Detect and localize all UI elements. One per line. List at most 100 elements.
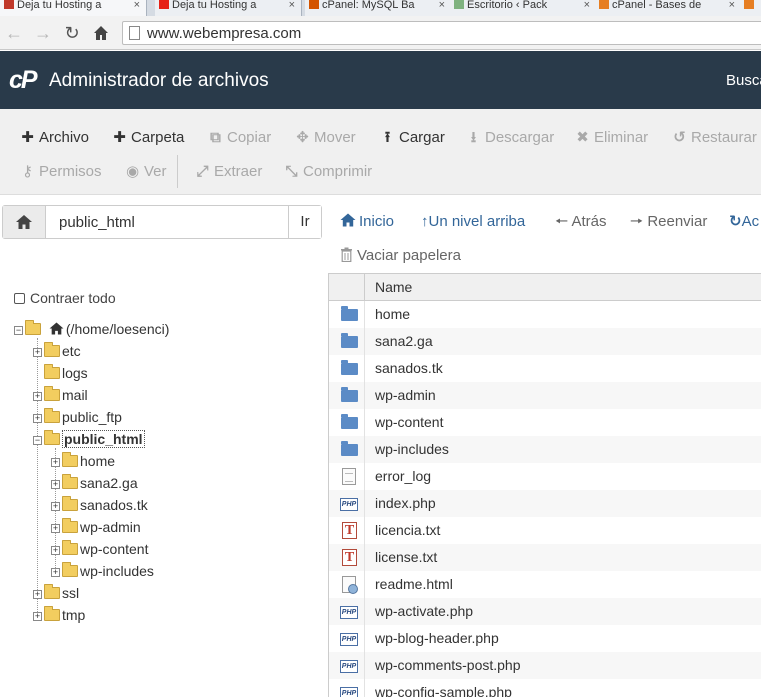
close-icon[interactable]: × xyxy=(729,0,735,11)
up-level-link[interactable]: ↑Un nivel arriba xyxy=(421,213,525,231)
file-icon-cell xyxy=(329,382,365,409)
archivo-button[interactable]: ✚ Archivo xyxy=(20,129,89,147)
browser-tab[interactable]: cPanel: MySQL Ba × xyxy=(305,0,452,16)
table-row[interactable]: PHP index.php xyxy=(329,490,761,517)
browser-tab[interactable]: Deja tu Hosting a × xyxy=(0,0,147,16)
favicon-icon xyxy=(309,0,319,9)
empty-trash-link[interactable]: Vaciar papelera xyxy=(340,247,461,265)
expand-toggle-icon[interactable]: + xyxy=(51,480,60,489)
collapse-all-button[interactable]: Contraer todo xyxy=(14,290,116,306)
browser-tab[interactable]: cPanel - Bases de × xyxy=(595,0,742,16)
table-row[interactable]: PHP wp-comments-post.php xyxy=(329,652,761,679)
tree-item[interactable]: logs xyxy=(33,364,88,382)
tree-item[interactable]: + wp-admin xyxy=(51,518,141,536)
eliminar-button[interactable]: ✖ Eliminar xyxy=(575,129,648,147)
tree-item[interactable]: + home xyxy=(51,452,115,470)
expand-toggle-icon[interactable]: + xyxy=(33,348,42,357)
browser-tab[interactable]: Deja tu Hosting a × xyxy=(155,0,302,16)
file-icon-cell xyxy=(329,409,365,436)
table-row[interactable]: sanados.tk xyxy=(329,355,761,382)
file-name: license.txt xyxy=(375,549,438,565)
expand-toggle-icon[interactable]: + xyxy=(51,502,60,511)
back-link[interactable]: 🠔 Atrás xyxy=(555,213,607,231)
cpanel-logo[interactable]: cP xyxy=(9,67,38,93)
table-row[interactable]: wp-includes xyxy=(329,436,761,463)
folder-open-icon xyxy=(25,320,41,335)
name-column-header[interactable]: Name xyxy=(375,279,412,295)
browser-reload-button[interactable]: ↻ xyxy=(61,22,83,44)
plus-icon: ✚ xyxy=(21,129,34,146)
browser-tab[interactable]: Escritorio ‹ Pack × xyxy=(450,0,597,16)
copiar-button[interactable]: ⧉ Copiar xyxy=(208,129,271,147)
expand-toggle-icon[interactable]: + xyxy=(51,546,60,555)
favicon-icon xyxy=(4,0,14,9)
tree-item[interactable]: + sana2.ga xyxy=(51,474,138,492)
home-icon xyxy=(16,215,32,229)
expand-toggle-icon[interactable]: + xyxy=(51,568,60,577)
tree-item[interactable]: + sanados.tk xyxy=(51,496,148,514)
path-input[interactable] xyxy=(47,206,287,238)
table-row[interactable]: home xyxy=(329,301,761,328)
address-bar[interactable]: www.webempresa.com xyxy=(122,21,761,45)
tree-item[interactable]: + tmp xyxy=(33,606,85,624)
tree-item[interactable]: + wp-content xyxy=(51,540,148,558)
descargar-button[interactable]: ⭳ Descargar xyxy=(466,129,554,147)
table-row[interactable]: wp-admin xyxy=(329,382,761,409)
close-icon[interactable]: × xyxy=(134,0,140,11)
expand-toggle-icon[interactable]: + xyxy=(51,458,60,467)
table-row[interactable]: wp-content xyxy=(329,409,761,436)
mover-button[interactable]: ✥ Mover xyxy=(295,129,355,147)
table-row[interactable]: Tlicense.txt xyxy=(329,544,761,571)
tree-item[interactable]: + ssl xyxy=(33,584,79,602)
file-name: wp-includes xyxy=(375,441,449,457)
tree-item[interactable]: + mail xyxy=(33,386,88,404)
expand-toggle-icon[interactable]: + xyxy=(33,392,42,401)
expand-toggle-icon[interactable]: + xyxy=(51,524,60,533)
carpeta-button[interactable]: ✚ Carpeta xyxy=(112,129,184,147)
browser-back-button[interactable]: ← xyxy=(3,22,25,44)
tree-root[interactable]: − (/home/loesenci) xyxy=(14,320,169,338)
txt-file-icon: T xyxy=(342,522,357,539)
table-row[interactable]: PHP wp-activate.php xyxy=(329,598,761,625)
table-row[interactable]: PHP wp-blog-header.php xyxy=(329,625,761,652)
collapse-toggle-icon[interactable]: − xyxy=(33,436,42,445)
expand-toggle-icon[interactable]: + xyxy=(33,414,42,423)
table-row[interactable]: Tlicencia.txt xyxy=(329,517,761,544)
table-row[interactable]: sana2.ga xyxy=(329,328,761,355)
browser-forward-button[interactable]: → xyxy=(32,22,54,44)
tree-item[interactable]: + wp-includes xyxy=(51,562,154,580)
permisos-button[interactable]: ⚷ Permisos xyxy=(20,163,102,181)
close-icon[interactable]: × xyxy=(439,0,445,11)
close-icon[interactable]: × xyxy=(584,0,590,11)
forward-link[interactable]: 🠖 Reenviar xyxy=(630,213,707,231)
table-row[interactable]: PHP wp-config-sample.php xyxy=(329,679,761,697)
tree-item-label: public_html xyxy=(62,430,145,448)
expand-toggle-icon[interactable]: + xyxy=(33,590,42,599)
folder-icon xyxy=(62,562,78,577)
tree-item[interactable]: + public_ftp xyxy=(33,408,122,426)
home-link[interactable]: Inicio xyxy=(340,213,394,231)
comprimir-button[interactable]: ⤡ Comprimir xyxy=(284,163,372,181)
path-home-button[interactable] xyxy=(3,206,46,238)
table-row[interactable]: readme.html xyxy=(329,571,761,598)
extraer-button[interactable]: ⤢ Extraer xyxy=(195,163,262,181)
table-row[interactable]: error_log xyxy=(329,463,761,490)
ver-button[interactable]: ◉ Ver xyxy=(125,163,167,181)
collapse-toggle-icon[interactable]: − xyxy=(14,326,23,335)
arrow-right-icon: → xyxy=(34,23,52,43)
tree-item-label: sanados.tk xyxy=(80,497,148,513)
reload-icon: ↻ xyxy=(64,23,80,43)
search-label[interactable]: Busca xyxy=(726,72,761,89)
file-name: wp-activate.php xyxy=(375,603,474,619)
restaurar-button[interactable]: ↺ Restaurar xyxy=(672,129,757,147)
close-icon[interactable]: × xyxy=(289,0,295,11)
cargar-button[interactable]: ⭱ Cargar xyxy=(380,129,445,147)
reload-link[interactable]: ↻Ac xyxy=(729,213,759,231)
tree-item[interactable]: − public_html xyxy=(33,430,145,448)
browser-home-button[interactable] xyxy=(90,22,112,44)
browser-tab-overflow[interactable] xyxy=(740,0,761,16)
go-button[interactable]: Ir xyxy=(288,206,321,238)
tree-item[interactable]: + etc xyxy=(33,342,81,360)
copy-icon: ⧉ xyxy=(210,129,221,146)
expand-toggle-icon[interactable]: + xyxy=(33,612,42,621)
